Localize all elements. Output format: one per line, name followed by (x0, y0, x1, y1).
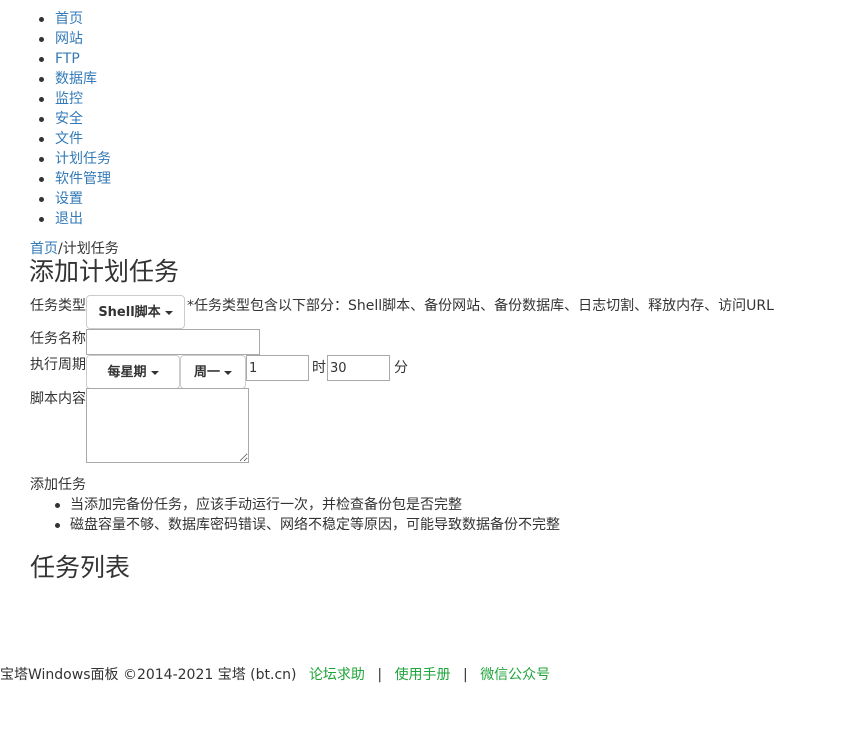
period-label: 执行周期 (30, 357, 86, 373)
note-item: 磁盘容量不够、数据库密码错误、网络不稳定等原因，可能导致数据备份不完整 (55, 517, 560, 533)
nav-item-database: 数据库 (39, 69, 111, 89)
nav-link-files[interactable]: 文件 (55, 131, 83, 147)
script-label: 脚本内容 (30, 391, 86, 407)
nav-link-security[interactable]: 安全 (55, 111, 83, 127)
nav-link-software[interactable]: 软件管理 (55, 171, 111, 187)
footer-wechat-link[interactable]: 微信公众号 (480, 667, 550, 683)
nav-item-home: 首页 (39, 9, 111, 29)
nav-item-settings: 设置 (39, 189, 111, 209)
footer-forum-link[interactable]: 论坛求助 (309, 667, 365, 683)
notes-list: 当添加完备份任务，应该手动运行一次，并检查备份包是否完整 磁盘容量不够、数据库密… (55, 495, 560, 535)
footer-manual-link[interactable]: 使用手册 (395, 667, 451, 683)
nav-item-logout: 退出 (39, 209, 111, 229)
nav-link-settings[interactable]: 设置 (55, 191, 83, 207)
add-task-button[interactable]: 添加任务 (30, 475, 86, 495)
period-weekday-selected: 周一 (193, 365, 220, 380)
footer-separator: | (463, 667, 468, 683)
nav-item-monitor: 监控 (39, 89, 111, 109)
nav-link-ftp[interactable]: FTP (55, 51, 80, 67)
hour-unit: 时 (312, 360, 326, 376)
nav-item-files: 文件 (39, 129, 111, 149)
nav-link-logout[interactable]: 退出 (55, 211, 83, 227)
hour-input[interactable] (246, 355, 309, 381)
page-title: 添加计划任务 (29, 257, 180, 286)
main-nav: 首页 网站 FTP 数据库 监控 安全 文件 计划任务 软件管理 设置 退出 (39, 9, 111, 229)
nav-item-security: 安全 (39, 109, 111, 129)
minute-unit: 分 (394, 360, 408, 376)
caret-down-icon (150, 370, 159, 375)
note-item: 当添加完备份任务，应该手动运行一次，并检查备份包是否完整 (55, 495, 560, 515)
task-name-label: 任务名称 (30, 331, 86, 347)
caret-down-icon (224, 370, 232, 375)
nav-item-ftp: FTP (39, 49, 111, 69)
task-name-input[interactable] (86, 329, 260, 355)
period-cycle-selected: 每星期 (107, 365, 147, 380)
period-weekday-dropdown[interactable]: 周一 (180, 355, 246, 389)
script-textarea[interactable] (86, 388, 249, 463)
task-type-label: 任务类型 (30, 298, 86, 314)
nav-item-software: 软件管理 (39, 169, 111, 189)
minute-input[interactable] (327, 355, 390, 381)
caret-down-icon (164, 310, 173, 315)
nav-link-home[interactable]: 首页 (55, 11, 83, 27)
task-list-title: 任务列表 (30, 553, 131, 582)
nav-link-website[interactable]: 网站 (55, 31, 83, 47)
nav-link-database[interactable]: 数据库 (55, 71, 97, 87)
nav-link-crontab[interactable]: 计划任务 (55, 151, 111, 167)
nav-link-monitor[interactable]: 监控 (55, 91, 83, 107)
footer-copyright: 宝塔Windows面板 ©2014-2021 宝塔 (bt.cn) (0, 667, 297, 683)
task-type-dropdown[interactable]: Shell脚本 (86, 295, 185, 329)
task-type-selected: Shell脚本 (98, 305, 161, 320)
nav-item-website: 网站 (39, 29, 111, 49)
task-type-hint: *任务类型包含以下部分：Shell脚本、备份网站、备份数据库、日志切割、释放内存… (187, 298, 774, 314)
footer-separator: | (377, 667, 383, 683)
footer: 宝塔Windows面板 ©2014-2021 宝塔 (bt.cn) 论坛求助 |… (0, 665, 550, 685)
period-cycle-dropdown[interactable]: 每星期 (86, 355, 180, 389)
nav-item-crontab: 计划任务 (39, 149, 111, 169)
